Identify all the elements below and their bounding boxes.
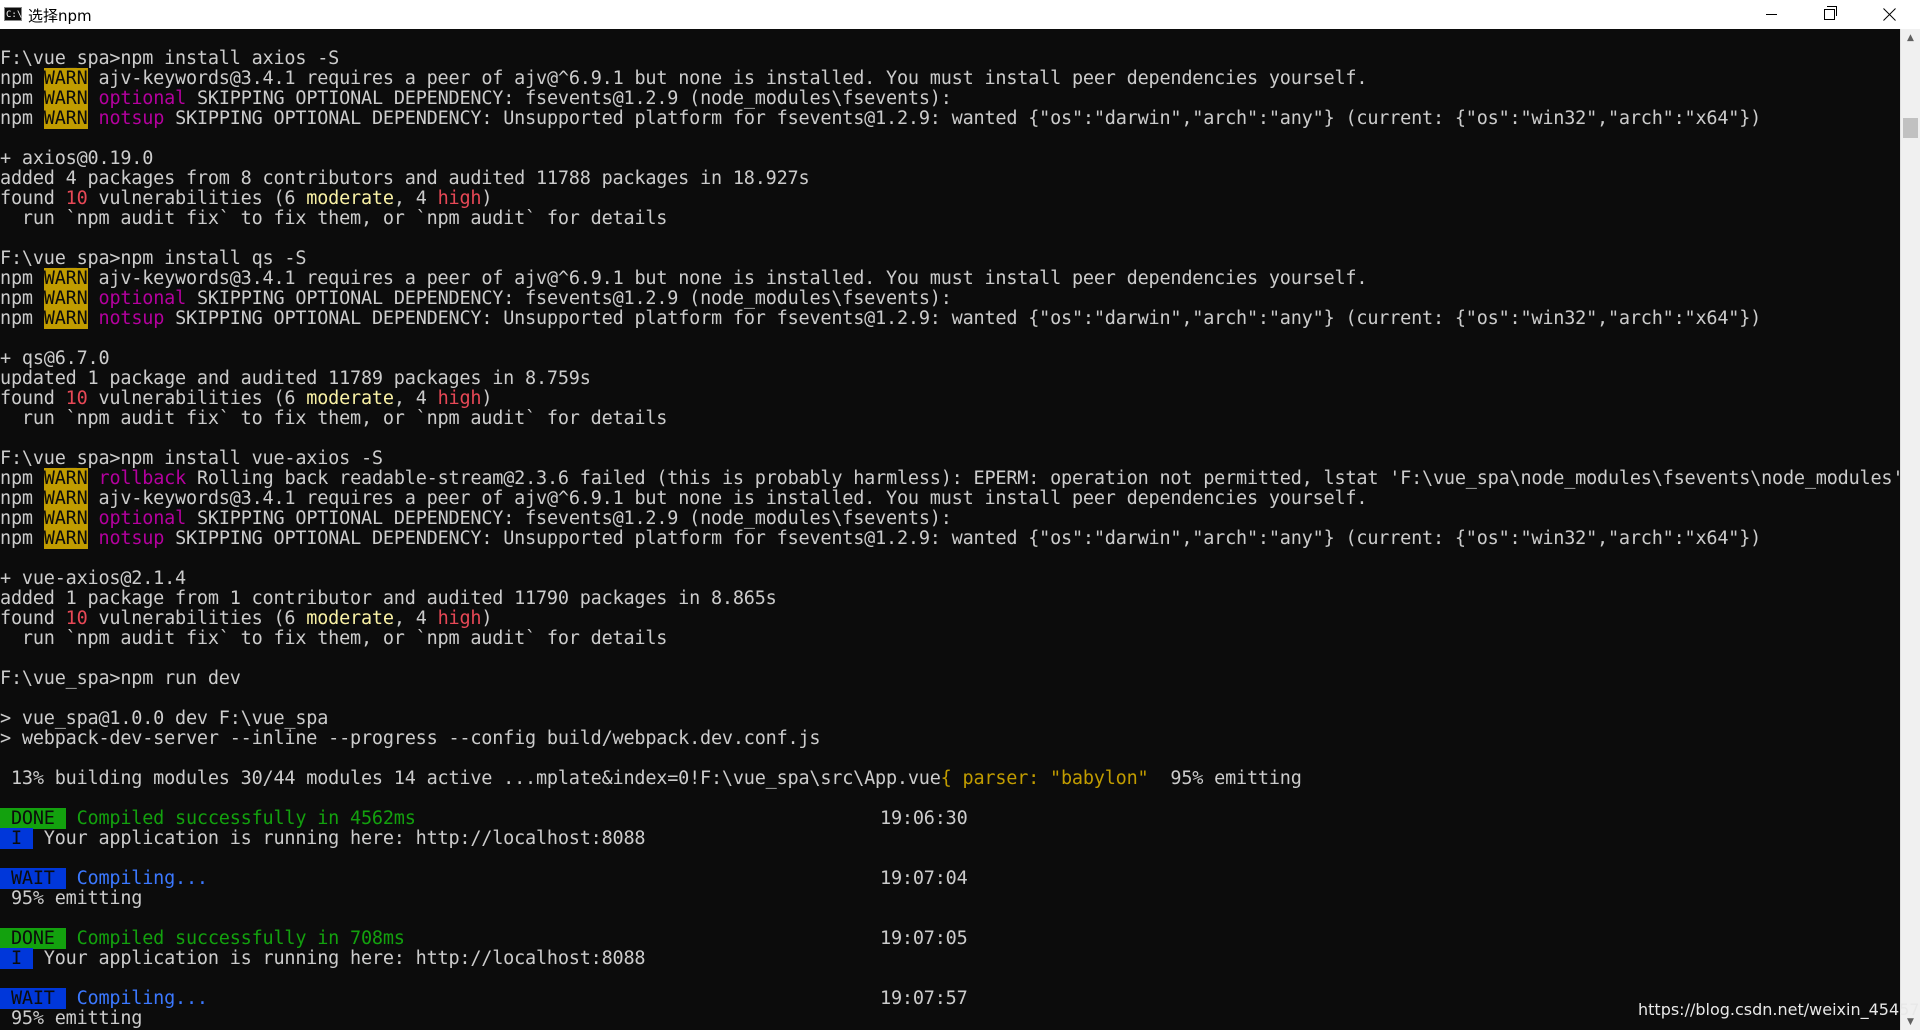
console-line: DONE Compiled successfully in 708ms 19:07… bbox=[0, 928, 968, 949]
console-line: + vue-axios@2.1.4 bbox=[0, 568, 186, 589]
console-line: npm WARN optional SKIPPING OPTIONAL DEPE… bbox=[0, 508, 952, 529]
console-line: npm WARN optional SKIPPING OPTIONAL DEPE… bbox=[0, 88, 952, 109]
timestamp: 19:07:05 bbox=[880, 928, 968, 949]
console-line: + axios@0.19.0 bbox=[0, 148, 154, 169]
timestamp: 19:06:30 bbox=[880, 808, 968, 829]
wait-badge: WAIT bbox=[0, 868, 66, 889]
warn-badge: WARN bbox=[43, 108, 88, 129]
console-line: npm WARN ajv-keywords@3.4.1 requires a p… bbox=[0, 68, 1368, 89]
info-badge: I bbox=[0, 948, 33, 969]
console-line: F:\vue_spa>npm install axios -S bbox=[0, 48, 340, 69]
warn-badge: WARN bbox=[43, 308, 88, 329]
console-line: F:\vue_spa>npm run dev bbox=[0, 668, 241, 689]
console-line: F:\vue_spa>npm install vue-axios -S bbox=[0, 448, 383, 469]
console-line: npm WARN rollback Rolling back readable-… bbox=[0, 468, 1900, 489]
console-line: 95% emitting bbox=[0, 888, 143, 909]
close-icon bbox=[1883, 8, 1896, 21]
warn-badge: WARN bbox=[43, 268, 88, 289]
console-line: npm WARN ajv-keywords@3.4.1 requires a p… bbox=[0, 268, 1368, 289]
window-title-bar[interactable]: C:\ 选择npm bbox=[0, 0, 1920, 30]
restore-icon bbox=[1823, 6, 1837, 20]
warn-badge: WARN bbox=[43, 468, 88, 489]
console-line: found 10 vulnerabilities (6 moderate, 4 … bbox=[0, 188, 493, 209]
warn-badge: WARN bbox=[43, 288, 88, 309]
timestamp: 19:07:04 bbox=[880, 868, 968, 889]
console-line: npm WARN notsup SKIPPING OPTIONAL DEPEND… bbox=[0, 308, 1762, 329]
console-line: updated 1 package and audited 11789 pack… bbox=[0, 368, 591, 389]
console-line: 95% emitting bbox=[0, 1008, 143, 1029]
console-line: run `npm audit fix` to fix them, or `npm… bbox=[0, 208, 668, 229]
warn-badge: WARN bbox=[43, 508, 88, 529]
console-line: + qs@6.7.0 bbox=[0, 348, 110, 369]
scroll-up-arrow-icon[interactable]: ▲ bbox=[1901, 29, 1920, 46]
window-title: 选择npm bbox=[28, 7, 92, 25]
wait-badge: WAIT bbox=[0, 988, 66, 1009]
console-line: npm WARN ajv-keywords@3.4.1 requires a p… bbox=[0, 488, 1368, 509]
scrollbar-thumb[interactable] bbox=[1903, 118, 1918, 138]
watermark-url: https://blog.csdn.net/weixin_45457509 bbox=[1638, 1000, 1920, 1019]
console-line: npm WARN notsup SKIPPING OPTIONAL DEPEND… bbox=[0, 528, 1762, 549]
console-line: I Your application is running here: http… bbox=[0, 948, 646, 969]
console-line: > webpack-dev-server --inline --progress… bbox=[0, 728, 821, 749]
console-line: npm WARN optional SKIPPING OPTIONAL DEPE… bbox=[0, 288, 952, 309]
minimize-button[interactable] bbox=[1742, 0, 1800, 29]
console-line: F:\vue_spa>npm install qs -S bbox=[0, 248, 307, 269]
warn-badge: WARN bbox=[43, 88, 88, 109]
console-output[interactable]: F:\vue_spa>npm install axios -S npm WARN… bbox=[0, 29, 1900, 1030]
timestamp: 19:07:57 bbox=[880, 988, 968, 1009]
console-line: 13% building modules 30/44 modules 14 ac… bbox=[0, 768, 1302, 789]
console-line: run `npm audit fix` to fix them, or `npm… bbox=[0, 408, 668, 429]
info-badge: I bbox=[0, 828, 33, 849]
close-button[interactable] bbox=[1858, 0, 1920, 29]
minimize-icon bbox=[1765, 14, 1777, 15]
console-line: run `npm audit fix` to fix them, or `npm… bbox=[0, 628, 668, 649]
console-line: I Your application is running here: http… bbox=[0, 828, 646, 849]
restore-button[interactable] bbox=[1800, 0, 1858, 29]
console-line: DONE Compiled successfully in 4562ms 19:0… bbox=[0, 808, 968, 829]
cmd-app-icon: C:\ bbox=[4, 7, 22, 21]
warn-badge: WARN bbox=[43, 528, 88, 549]
console-line: > vue_spa@1.0.0 dev F:\vue_spa bbox=[0, 708, 329, 729]
console-line: npm WARN notsup SKIPPING OPTIONAL DEPEND… bbox=[0, 108, 1762, 129]
done-badge: DONE bbox=[0, 928, 66, 949]
warn-badge: WARN bbox=[43, 488, 88, 509]
console-line: WAIT Compiling... 19:07:57 bbox=[0, 988, 968, 1009]
console-line: added 1 package from 1 contributor and a… bbox=[0, 588, 777, 609]
console-line: WAIT Compiling... 19:07:04 bbox=[0, 868, 968, 889]
console-line: added 4 packages from 8 contributors and… bbox=[0, 168, 810, 189]
done-badge: DONE bbox=[0, 808, 66, 829]
warn-badge: WARN bbox=[43, 68, 88, 89]
console-line: found 10 vulnerabilities (6 moderate, 4 … bbox=[0, 608, 493, 629]
console-line: found 10 vulnerabilities (6 moderate, 4 … bbox=[0, 388, 493, 409]
vertical-scrollbar[interactable]: ▲ ▼ bbox=[1900, 29, 1920, 1030]
